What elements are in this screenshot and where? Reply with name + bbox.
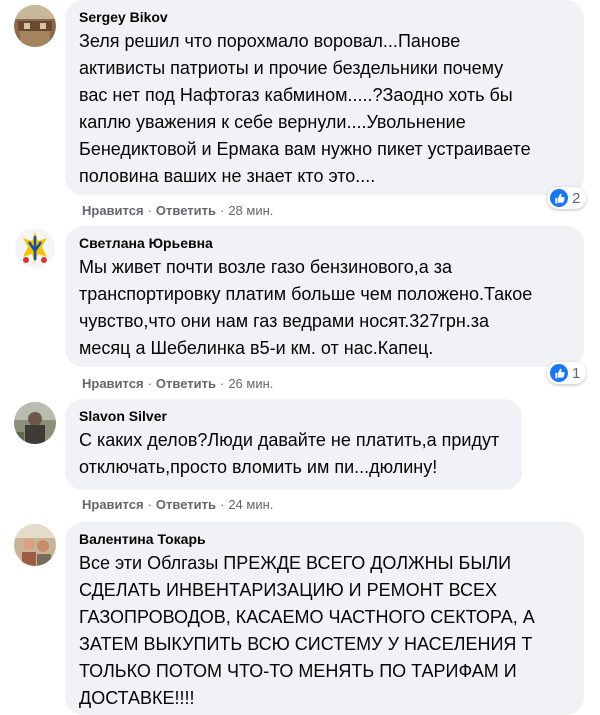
avatar[interactable] <box>14 402 56 444</box>
separator: · <box>219 203 225 218</box>
separator: · <box>219 497 225 512</box>
like-button[interactable]: Нравится <box>82 203 144 218</box>
comment-text: С каких делов?Люди давайте не платить,а … <box>79 430 500 477</box>
comment-time[interactable]: 26 мин. <box>228 376 273 391</box>
comment-text: Зеля решил что порохмало воровал...Панов… <box>79 31 531 186</box>
comment-time[interactable]: 24 мин. <box>228 497 273 512</box>
comment-actions: Нравится · Ответить · 28 мин. <box>82 203 273 219</box>
reply-button[interactable]: Ответить <box>156 497 216 512</box>
comment-actions: Нравится · Ответить · 26 мин. <box>82 376 273 392</box>
comment-bubble: Светлана Юрьевна Мы живет почти возле га… <box>65 226 584 367</box>
like-button[interactable]: Нравится <box>82 497 144 512</box>
reply-button[interactable]: Ответить <box>156 376 216 391</box>
like-icon <box>550 364 568 382</box>
reaction-count[interactable]: 1 <box>547 362 587 384</box>
comment-author[interactable]: Sergey Bikov <box>79 8 570 26</box>
comment-actions: Нравится · Ответить · 24 мин. <box>82 497 273 513</box>
separator: · <box>147 203 152 218</box>
comment-time[interactable]: 28 мин. <box>228 203 273 218</box>
comment-bubble: Валентина Токарь Все эти Облгазы ПРЕЖДЕ … <box>65 522 584 715</box>
separator: · <box>147 376 152 391</box>
separator: · <box>147 497 152 512</box>
comment-bubble: Slavon Silver С каких делов?Люди давайте… <box>65 399 522 490</box>
avatar[interactable] <box>14 5 56 47</box>
reaction-count-label: 1 <box>572 364 581 382</box>
comment-text: Все эти Облгазы ПРЕЖДЕ ВСЕГО ДОЛЖНЫ БЫЛИ… <box>79 553 535 708</box>
comment-author[interactable]: Светлана Юрьевна <box>79 234 570 252</box>
comment-text: Мы живет почти возле газо бензинового,а … <box>79 257 533 358</box>
like-icon <box>550 189 568 207</box>
comment-author[interactable]: Slavon Silver <box>79 407 508 425</box>
avatar[interactable] <box>14 524 56 566</box>
reply-button[interactable]: Ответить <box>156 203 216 218</box>
comment-author[interactable]: Валентина Токарь <box>79 530 570 548</box>
separator: · <box>219 376 225 391</box>
like-button[interactable]: Нравится <box>82 376 144 391</box>
reaction-count-label: 2 <box>572 189 581 207</box>
comment-bubble: Sergey Bikov Зеля решил что порохмало во… <box>65 0 584 195</box>
reaction-count[interactable]: 2 <box>547 187 587 209</box>
avatar[interactable] <box>14 227 56 269</box>
